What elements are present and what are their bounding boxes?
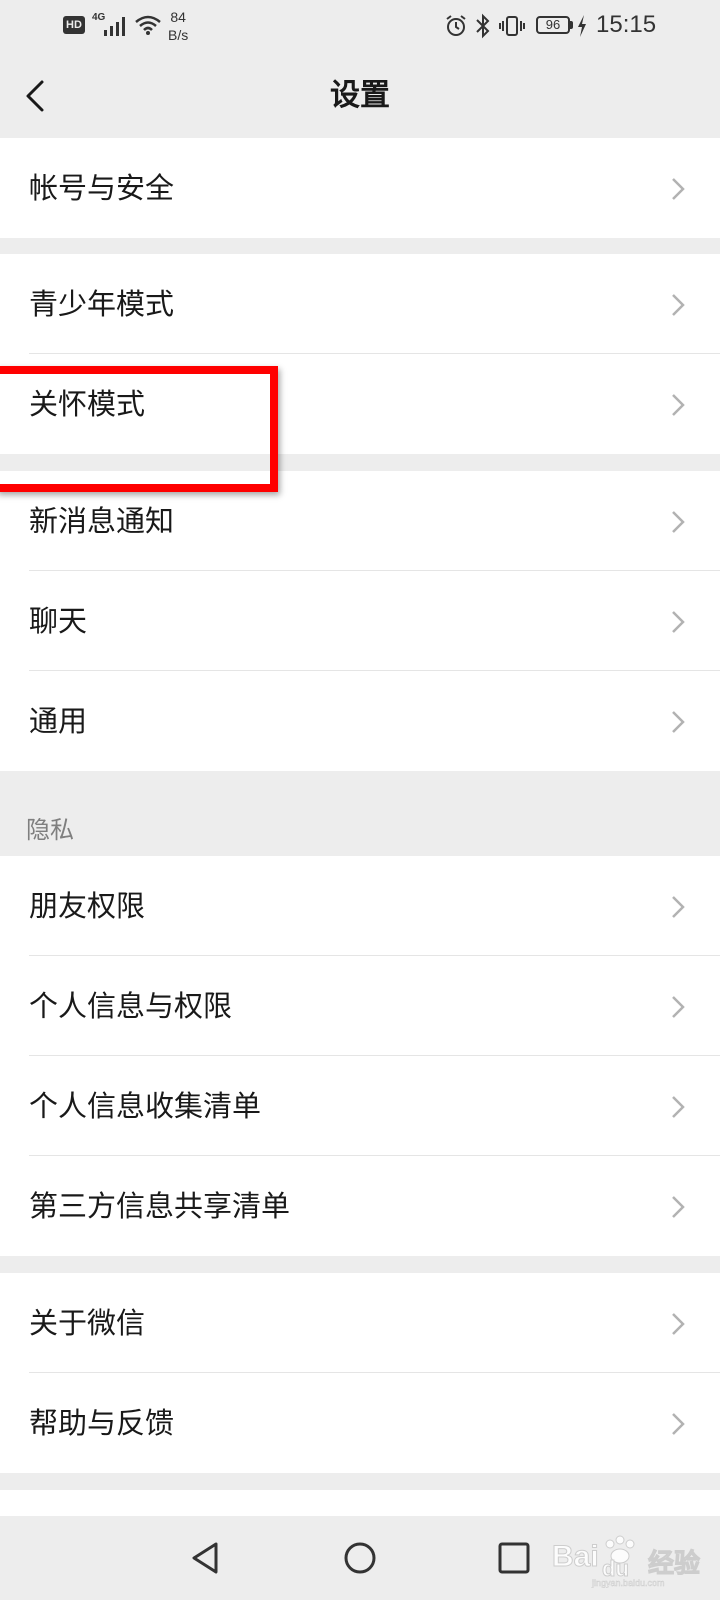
settings-group-general: 新消息通知 聊天 通用: [0, 471, 720, 771]
settings-item-about-wechat[interactable]: 关于微信: [0, 1273, 720, 1373]
settings-item-label: 青少年模式: [29, 287, 175, 321]
chevron-right-icon: [672, 394, 685, 416]
settings-group-account: 帐号与安全: [0, 138, 720, 238]
chevron-right-icon: [672, 611, 685, 633]
settings-item-account-security[interactable]: 帐号与安全: [0, 138, 720, 238]
settings-item-label: 朋友权限: [29, 889, 146, 923]
hd-icon: HD: [63, 16, 85, 34]
chevron-right-icon: [672, 294, 685, 316]
settings-item-chat[interactable]: 聊天: [0, 571, 720, 671]
alarm-icon: [446, 15, 466, 36]
network-speed: 84 B/s: [168, 8, 188, 44]
settings-item-teen-mode[interactable]: 青少年模式: [0, 254, 720, 354]
signal-strength-icon: [104, 17, 125, 36]
watermark-product: 经验: [648, 1548, 700, 1579]
clock: 15:15: [596, 11, 657, 38]
vibrate-icon: [499, 16, 525, 36]
navigation-bar: 设置: [0, 54, 720, 138]
chevron-right-icon: [672, 996, 685, 1018]
chevron-right-icon: [672, 178, 685, 200]
system-back-icon[interactable]: [182, 1534, 230, 1582]
chevron-right-icon: [672, 1196, 685, 1218]
back-arrow-icon[interactable]: [16, 72, 60, 120]
settings-item-general[interactable]: 通用: [0, 671, 720, 771]
settings-item-friend-permissions[interactable]: 朋友权限: [0, 856, 720, 956]
baidu-jingyan-watermark-logo: Bai du 经验 jingyan.baidu.com: [552, 1535, 701, 1588]
chevron-right-icon: [672, 896, 685, 918]
settings-item-label: 个人信息与权限: [29, 989, 233, 1023]
speed-unit: B/s: [168, 27, 189, 43]
settings-item-label: 帮助与反馈: [29, 1406, 175, 1440]
chevron-right-icon: [672, 511, 685, 533]
system-recents-icon[interactable]: [490, 1534, 538, 1582]
settings-group-partial: [0, 1490, 720, 1516]
settings-item-personal-info-permissions[interactable]: 个人信息与权限: [0, 956, 720, 1056]
highlight-annotation-box: [0, 366, 278, 492]
section-header-privacy: 隐私: [26, 816, 74, 844]
system-home-icon[interactable]: [336, 1534, 384, 1582]
settings-item-third-party-sharing-list[interactable]: 第三方信息共享清单: [0, 1156, 720, 1256]
status-bar: HD 4G 84 B/s 96 15:15: [0, 0, 720, 54]
settings-group-privacy: 朋友权限 个人信息与权限 个人信息收集清单 第三方信息共享清单: [0, 856, 720, 1256]
bluetooth-icon: [476, 13, 490, 39]
settings-item-label: 第三方信息共享清单: [29, 1189, 291, 1223]
settings-item-info-collection-list[interactable]: 个人信息收集清单: [0, 1056, 720, 1156]
settings-item-label: 通用: [29, 704, 88, 738]
settings-item-label: 帐号与安全: [29, 171, 175, 205]
battery-level: 96: [536, 16, 570, 34]
speed-value: 84: [170, 9, 186, 25]
chevron-right-icon: [672, 1313, 685, 1335]
wifi-icon: [135, 15, 161, 35]
settings-item-label: 关于微信: [29, 1306, 146, 1340]
page-title: 设置: [330, 78, 390, 113]
watermark-brand: Bai: [552, 1540, 599, 1573]
chevron-right-icon: [672, 1096, 685, 1118]
watermark-domain: jingyan.baidu.com: [591, 1578, 665, 1588]
settings-item-label: 个人信息收集清单: [29, 1089, 262, 1123]
settings-group-about: 关于微信 帮助与反馈: [0, 1273, 720, 1473]
settings-item-label: 聊天: [29, 604, 88, 638]
chevron-right-icon: [672, 1413, 685, 1435]
battery-tip: [570, 21, 573, 29]
charging-icon: [578, 15, 586, 37]
chevron-right-icon: [672, 711, 685, 733]
settings-item-help-feedback[interactable]: 帮助与反馈: [0, 1373, 720, 1473]
